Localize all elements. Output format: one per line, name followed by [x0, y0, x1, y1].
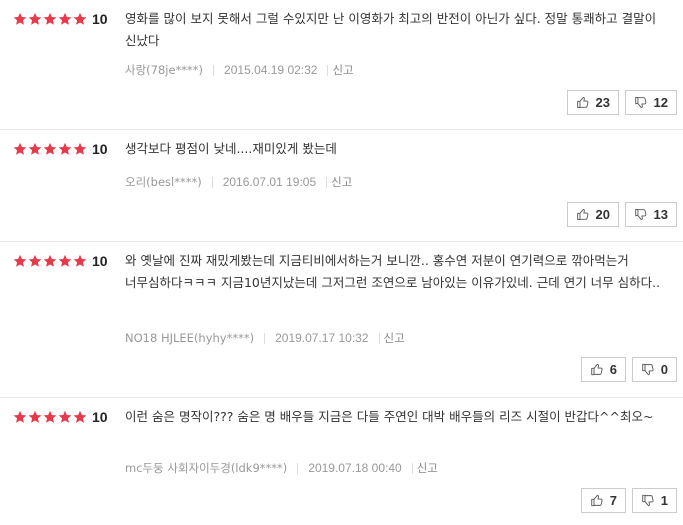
- report-link[interactable]: 신고: [332, 62, 353, 78]
- dislike-count: 12: [653, 95, 668, 110]
- vote-buttons: 6 0: [581, 357, 677, 382]
- like-button[interactable]: 23: [567, 90, 619, 115]
- star-rating: [13, 254, 87, 268]
- star-icon: [13, 12, 27, 26]
- dislike-button[interactable]: 13: [625, 202, 677, 227]
- star-icon: [28, 142, 42, 156]
- like-button[interactable]: 7: [581, 488, 626, 513]
- review-meta: mc두둥 사회자이두경(ldk9****) 2019.07.18 00:40 신…: [125, 460, 438, 476]
- rating: 10: [13, 141, 108, 157]
- divider: [326, 176, 328, 188]
- star-icon: [73, 410, 87, 424]
- rating: 10: [13, 409, 108, 425]
- divider: [213, 64, 215, 76]
- score: 10: [92, 141, 108, 157]
- star-rating: [13, 12, 87, 26]
- review-date: 2016.07.01 19:05: [222, 175, 317, 189]
- like-count: 23: [595, 95, 610, 110]
- score: 10: [92, 253, 108, 269]
- review-meta: 오리(besl****) 2016.07.01 19:05 신고: [125, 174, 352, 190]
- star-icon: [73, 254, 87, 268]
- star-icon: [28, 12, 42, 26]
- report-link[interactable]: 신고: [384, 330, 405, 346]
- review-text: 생각보다 평점이 낮네....재미있게 봤는데: [125, 141, 337, 156]
- username[interactable]: NO18 HJLEE(hyhy****): [125, 331, 254, 345]
- review-meta: 사랑(78je****) 2015.04.19 02:32 신고: [125, 62, 354, 78]
- divider: [411, 462, 413, 474]
- star-icon: [73, 142, 87, 156]
- star-icon: [43, 12, 57, 26]
- star-icon: [73, 12, 87, 26]
- like-count: 6: [609, 362, 617, 377]
- review-meta: NO18 HJLEE(hyhy****) 2019.07.17 10:32 신고: [125, 330, 405, 346]
- thumbs-down-icon: [641, 362, 655, 377]
- dislike-button[interactable]: 0: [632, 357, 677, 382]
- vote-buttons: 20 13: [567, 202, 677, 227]
- divider: [297, 462, 299, 474]
- like-count: 20: [595, 207, 610, 222]
- review-date: 2019.07.17 10:32: [275, 331, 369, 345]
- star-icon: [43, 254, 57, 268]
- star-icon: [58, 142, 72, 156]
- username[interactable]: mc두둥 사회자이두경(ldk9****): [125, 460, 287, 476]
- star-icon: [13, 410, 27, 424]
- review-item: 10 생각보다 평점이 낮네....재미있게 봤는데 오리(besl****) …: [0, 130, 683, 242]
- thumbs-up-icon: [576, 95, 590, 110]
- star-icon: [13, 254, 27, 268]
- star-icon: [28, 410, 42, 424]
- dislike-button[interactable]: 12: [625, 90, 677, 115]
- score: 10: [92, 11, 108, 27]
- star-icon: [58, 410, 72, 424]
- thumbs-up-icon: [576, 207, 590, 222]
- star-icon: [43, 410, 57, 424]
- review-item: 10 영화를 많이 보지 못해서 그럴 수있지만 난 이영화가 최고의 반전이 …: [0, 0, 683, 130]
- dislike-count: 0: [660, 362, 668, 377]
- star-icon: [13, 142, 27, 156]
- username[interactable]: 오리(besl****): [125, 174, 202, 190]
- review-text: 영화를 많이 보지 못해서 그럴 수있지만 난 이영화가 최고의 반전이 아닌가…: [125, 11, 657, 48]
- vote-buttons: 7 1: [581, 488, 677, 513]
- thumbs-down-icon: [641, 493, 655, 508]
- dislike-button[interactable]: 1: [632, 488, 677, 513]
- dislike-count: 13: [653, 207, 668, 222]
- review-date: 2019.07.18 00:40: [308, 461, 402, 475]
- divider: [264, 332, 266, 344]
- review-text: 이런 숨은 명작이??? 숨은 명 배우들 지금은 다들 주연인 대박 배우들의…: [125, 409, 654, 424]
- review-text: 와 옛날에 진짜 재밌게봤는데 지금티비에서하는거 보니깐.. 홍수연 저분이 …: [125, 253, 661, 290]
- star-icon: [58, 254, 72, 268]
- star-icon: [58, 12, 72, 26]
- star-icon: [28, 254, 42, 268]
- username[interactable]: 사랑(78je****): [125, 62, 203, 78]
- divider: [327, 64, 329, 76]
- rating: 10: [13, 253, 108, 269]
- dislike-count: 1: [660, 493, 668, 508]
- thumbs-up-icon: [590, 493, 604, 508]
- review-item: 10 이런 숨은 명작이??? 숨은 명 배우들 지금은 다들 주연인 대박 배…: [0, 398, 683, 525]
- review-date: 2015.04.19 02:32: [224, 63, 318, 77]
- star-rating: [13, 410, 87, 424]
- like-button[interactable]: 6: [581, 357, 626, 382]
- thumbs-down-icon: [634, 207, 648, 222]
- review-item: 10 와 옛날에 진짜 재밌게봤는데 지금티비에서하는거 보니깐.. 홍수연 저…: [0, 242, 683, 398]
- vote-buttons: 23 12: [567, 90, 677, 115]
- like-count: 7: [609, 493, 617, 508]
- star-rating: [13, 142, 87, 156]
- like-button[interactable]: 20: [567, 202, 619, 227]
- report-link[interactable]: 신고: [331, 174, 352, 190]
- score: 10: [92, 409, 108, 425]
- report-link[interactable]: 신고: [417, 460, 438, 476]
- thumbs-down-icon: [634, 95, 648, 110]
- divider: [378, 332, 380, 344]
- star-icon: [43, 142, 57, 156]
- divider: [211, 176, 213, 188]
- rating: 10: [13, 11, 108, 27]
- thumbs-up-icon: [590, 362, 604, 377]
